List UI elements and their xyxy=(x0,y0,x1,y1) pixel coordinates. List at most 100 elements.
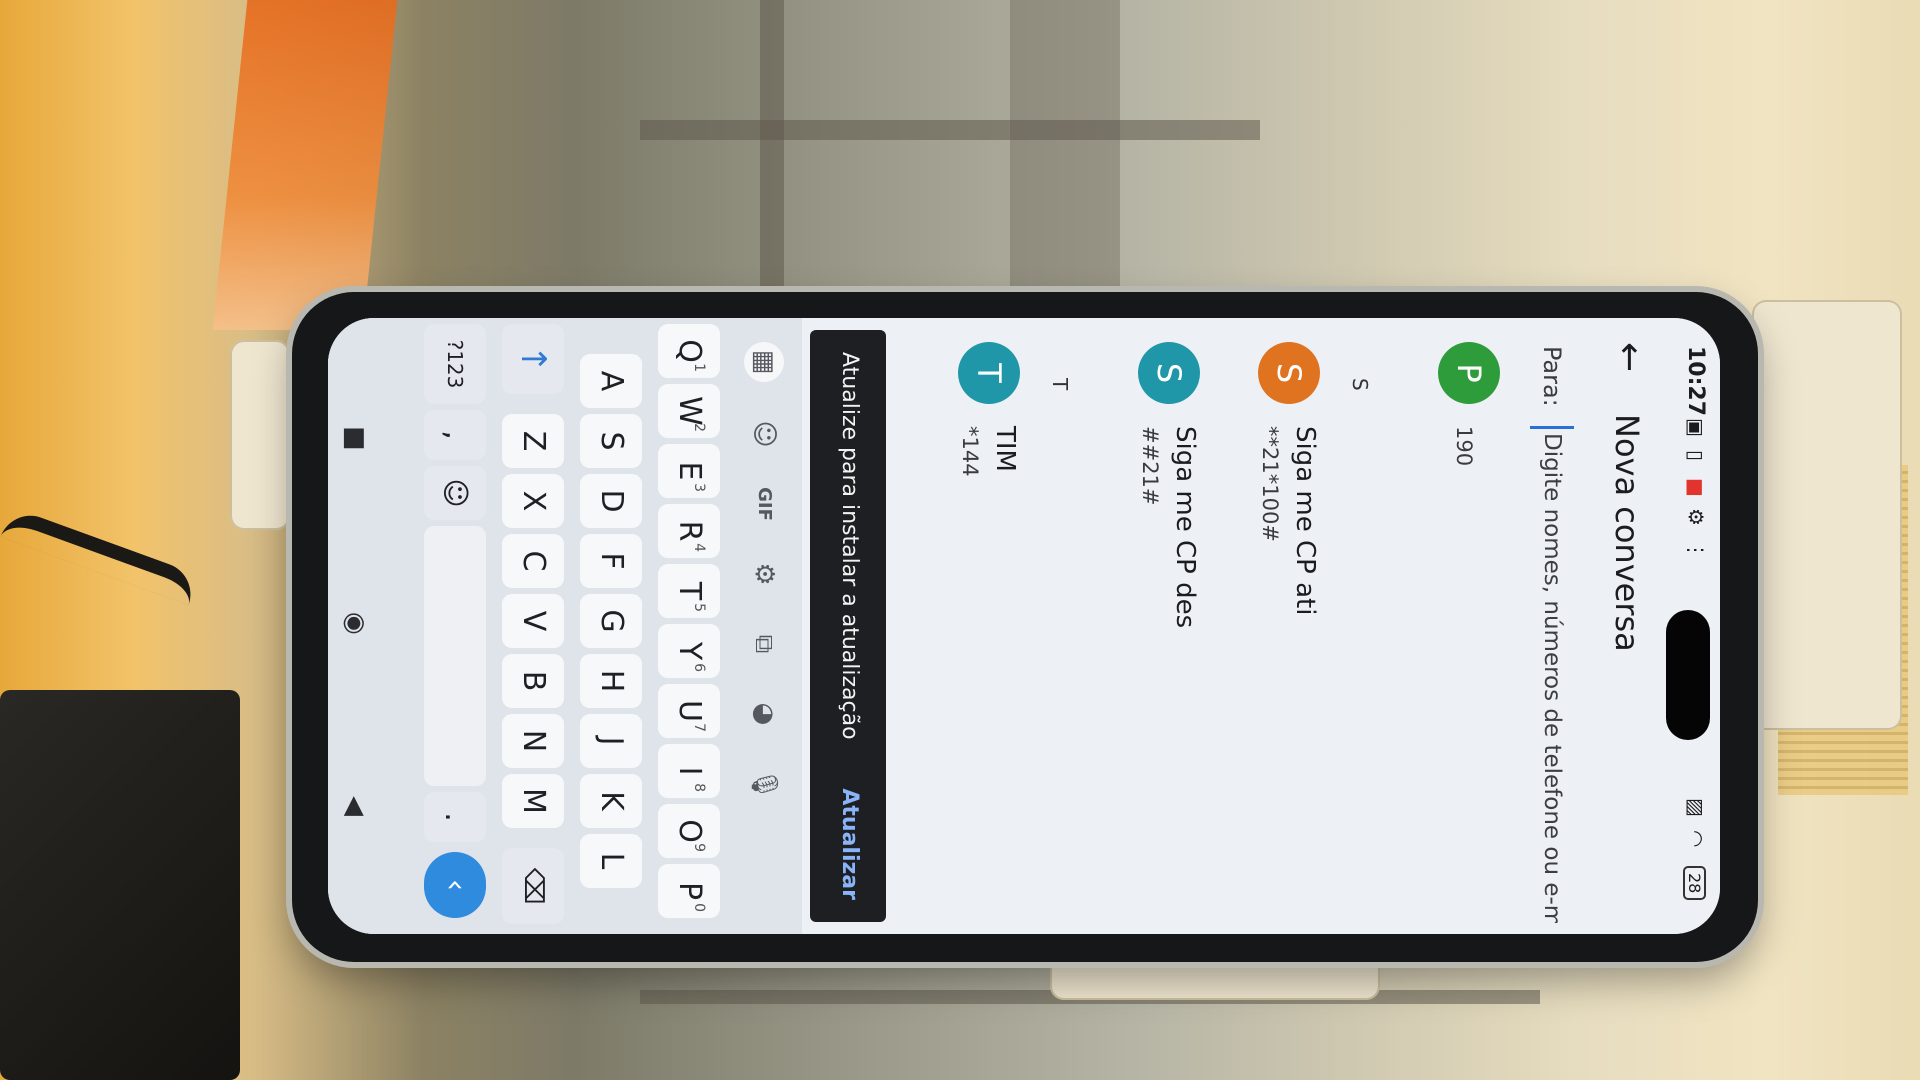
page-title: Nova conversa xyxy=(1608,414,1646,652)
sticker-icon[interactable]: ☺ xyxy=(744,414,784,454)
shift-key-icon[interactable]: ↑ xyxy=(502,324,564,394)
phone-holder-clamp-left xyxy=(230,340,290,530)
contact-number: 190 xyxy=(1452,426,1476,467)
update-button[interactable]: Atualizar xyxy=(837,788,862,900)
contact-item[interactable]: P 190 xyxy=(1394,318,1514,934)
key-m[interactable]: M xyxy=(502,774,564,828)
emoji-key-icon[interactable]: ☺ xyxy=(424,466,486,520)
symbols-key[interactable]: ?123 xyxy=(424,324,486,404)
nfc-icon: ▣ xyxy=(1684,418,1708,437)
enter-key-icon[interactable]: ‹ xyxy=(424,852,486,918)
key-p[interactable]: P0 xyxy=(658,864,720,918)
background-pillar xyxy=(1010,0,1120,290)
status-bar: 10:27 ▣ ▯ ■ ⚙ ⋮ ▨ ◠ 28 xyxy=(1666,318,1720,934)
system-navigation-bar: ■ ◉ ◀ xyxy=(328,318,378,934)
settings-gear-icon[interactable]: ⚙ xyxy=(744,554,784,594)
camera-cutout xyxy=(1666,610,1710,740)
comma-key[interactable]: , xyxy=(424,410,486,460)
sim-icon: ▯ xyxy=(1684,450,1708,462)
key-v[interactable]: V xyxy=(502,594,564,648)
key-d[interactable]: D xyxy=(580,474,642,528)
translate-icon[interactable]: ⧉ xyxy=(744,624,784,664)
top-app-bar: ← Nova conversa xyxy=(1592,318,1664,934)
keyboard-row-2: A S D F G H J K L xyxy=(576,318,642,934)
period-key[interactable]: . xyxy=(424,792,486,842)
settings-status-icon: ⚙ xyxy=(1684,508,1708,526)
messages-app-screen: 10:27 ▣ ▯ ■ ⚙ ⋮ ▨ ◠ 28 ← Nova conversa P… xyxy=(328,318,1720,934)
home-icon[interactable]: ◉ xyxy=(340,612,370,635)
theme-palette-icon[interactable]: ◕ xyxy=(744,694,784,734)
key-y[interactable]: Y6 xyxy=(658,624,720,678)
keyboard-row-3: ↑ Z X C V B N M ⌫ xyxy=(498,318,564,934)
section-letter: S xyxy=(1348,378,1372,391)
key-u[interactable]: U7 xyxy=(658,684,720,738)
contact-name: Siga me CP des xyxy=(1170,426,1200,629)
key-a[interactable]: A xyxy=(580,354,642,408)
backspace-key-icon[interactable]: ⌫ xyxy=(502,848,564,924)
wifi-icon: ◠ xyxy=(1684,830,1708,848)
back-triangle-icon[interactable]: ◀ xyxy=(340,796,370,816)
key-r[interactable]: R4 xyxy=(658,504,720,558)
microphone-icon[interactable]: 🎙 xyxy=(744,764,784,804)
key-x[interactable]: X xyxy=(502,474,564,528)
contact-number: ##21# xyxy=(1138,426,1162,506)
key-c[interactable]: C xyxy=(502,534,564,588)
contact-number: *144 xyxy=(958,426,982,477)
key-l[interactable]: L xyxy=(580,834,642,888)
more-notifications-icon: ⋮ xyxy=(1684,540,1708,560)
snackbar-message: Atualize para instalar a atualização xyxy=(837,352,862,740)
key-i[interactable]: I8 xyxy=(658,744,720,798)
section-header: S xyxy=(1334,318,1394,934)
key-s[interactable]: S xyxy=(580,414,642,468)
background-post xyxy=(760,0,784,290)
battery-icon: 28 xyxy=(1683,866,1706,901)
section-header: T xyxy=(1034,318,1094,934)
keyboard-row-1: Q1 W2 E3 R4 T5 Y6 U7 I8 O9 P0 xyxy=(654,318,720,934)
contact-number: **21*100# xyxy=(1258,426,1282,542)
phone-holder-clamp-right xyxy=(1752,300,1902,730)
status-time: 10:27 xyxy=(1683,346,1708,417)
key-g[interactable]: G xyxy=(580,594,642,648)
recipient-label: Para: xyxy=(1538,346,1566,407)
contact-item[interactable]: S Siga me CP ati **21*100# xyxy=(1214,318,1334,934)
contact-item[interactable]: T TIM *144 xyxy=(914,318,1034,934)
key-t[interactable]: T5 xyxy=(658,564,720,618)
no-sim-icon: ▨ xyxy=(1684,798,1708,817)
background-shelf xyxy=(640,120,1260,140)
recipient-row: Para: xyxy=(1520,318,1580,934)
update-snackbar: Atualize para instalar a atualização Atu… xyxy=(810,330,886,922)
contact-name: TIM xyxy=(990,426,1020,472)
back-arrow-icon[interactable]: ← xyxy=(1609,342,1650,372)
keyboard-row-4: ?123 , ☺ . ‹ xyxy=(420,318,486,934)
contact-avatar: S xyxy=(1138,342,1200,404)
contact-avatar: P xyxy=(1438,342,1500,404)
apps-grid-icon[interactable]: ▦ xyxy=(744,342,784,382)
section-letter: T xyxy=(1048,378,1072,391)
key-w[interactable]: W2 xyxy=(658,384,720,438)
notification-red-icon: ■ xyxy=(1684,478,1708,497)
contact-item[interactable]: S Siga me CP des ##21# xyxy=(1094,318,1214,934)
gif-button[interactable]: GIF xyxy=(744,484,784,524)
contact-avatar: S xyxy=(1258,342,1320,404)
key-b[interactable]: B xyxy=(502,654,564,708)
key-e[interactable]: E3 xyxy=(658,444,720,498)
key-k[interactable]: K xyxy=(580,774,642,828)
key-n[interactable]: N xyxy=(502,714,564,768)
phone-screen: 10:27 ▣ ▯ ■ ⚙ ⋮ ▨ ◠ 28 ← Nova conversa P… xyxy=(328,318,1720,934)
contact-name: Siga me CP ati xyxy=(1290,426,1320,616)
contact-list: P 190 S S Siga me CP ati **21*100# S Sig… xyxy=(914,318,1514,934)
key-q[interactable]: Q1 xyxy=(658,324,720,378)
background-orange-object xyxy=(212,0,398,330)
keyboard-toolbar: ▦ ☺ GIF ⚙ ⧉ ◕ 🎙 xyxy=(730,318,802,934)
key-h[interactable]: H xyxy=(580,654,642,708)
key-j[interactable]: J xyxy=(580,714,642,768)
space-bar[interactable] xyxy=(424,526,486,786)
key-z[interactable]: Z xyxy=(502,414,564,468)
recent-apps-icon[interactable]: ■ xyxy=(340,426,370,451)
key-o[interactable]: O9 xyxy=(658,804,720,858)
on-screen-keyboard: ▦ ☺ GIF ⚙ ⧉ ◕ 🎙 Q1 W2 E3 R4 T5 Y6 U7 I8 … xyxy=(328,318,802,934)
background-dark-box xyxy=(0,690,240,1080)
background-cable xyxy=(0,506,200,606)
key-f[interactable]: F xyxy=(580,534,642,588)
recipient-input[interactable] xyxy=(1530,426,1574,923)
